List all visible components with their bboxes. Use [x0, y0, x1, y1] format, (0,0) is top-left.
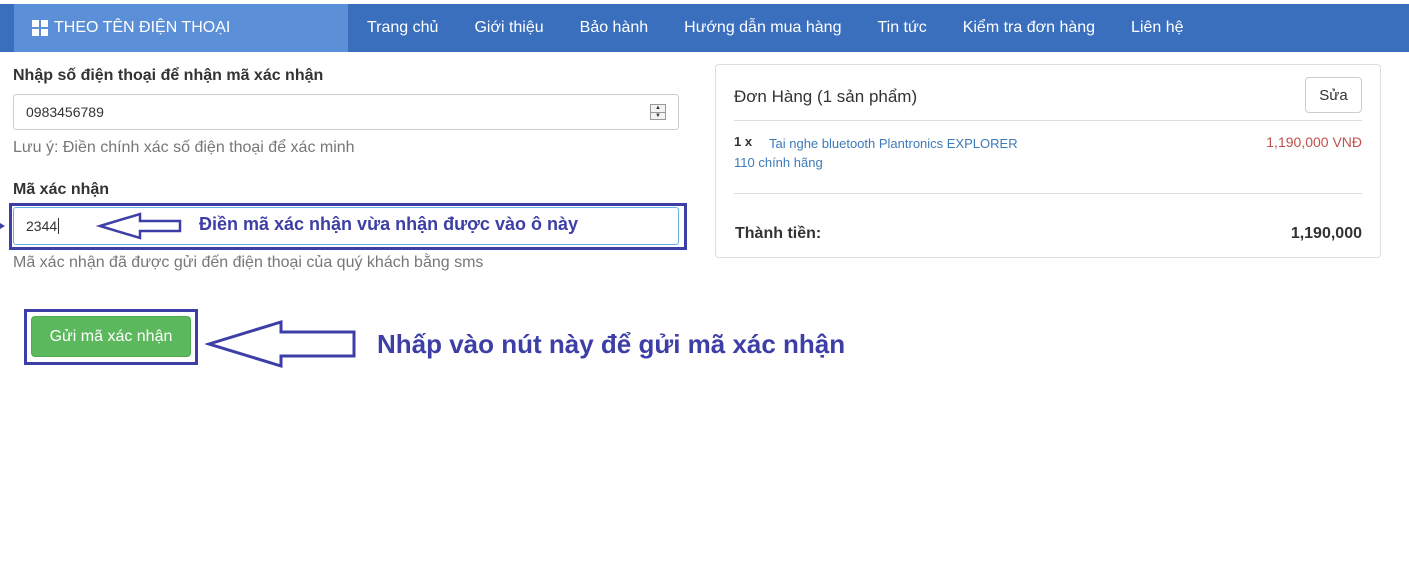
- total-value: 1,190,000: [1290, 225, 1362, 242]
- brand-label: THEO TÊN ĐIỆN THOẠI: [54, 19, 231, 36]
- phone-input-value: 0983456789: [26, 104, 104, 120]
- number-spinner[interactable]: ▲ ▼: [650, 104, 666, 120]
- spinner-down-icon[interactable]: ▼: [651, 111, 665, 120]
- item-price: 1,190,000 VNĐ: [1266, 134, 1362, 150]
- nav-item-warranty[interactable]: Bảo hành: [562, 4, 667, 52]
- nav-item-home[interactable]: Trang chủ: [349, 4, 456, 52]
- nav-item-about[interactable]: Giới thiệu: [456, 4, 561, 52]
- order-title: Đơn Hàng (1 sản phẩm): [734, 87, 918, 106]
- grid-icon: [32, 20, 48, 36]
- divider: [734, 120, 1362, 121]
- main-nav: Trang chủ Giới thiệu Bảo hành Hướng dẫn …: [349, 4, 1202, 52]
- arrow-left-icon: [0, 212, 182, 240]
- arrow-left-icon: [205, 319, 356, 369]
- phone-input[interactable]: 0983456789 ▲ ▼: [13, 94, 679, 130]
- nav-item-news[interactable]: Tin tức: [859, 4, 944, 52]
- button-annotation: Nhấp vào nút này để gửi mã xác nhận: [377, 329, 846, 359]
- edit-order-button[interactable]: Sửa: [1305, 77, 1362, 113]
- divider: [734, 193, 1362, 194]
- order-panel: Đơn Hàng (1 sản phẩm) Sửa 1 x Tai nghe b…: [715, 64, 1381, 258]
- product-link[interactable]: Tai nghe bluetooth Plantronics EXPLORER …: [734, 134, 1034, 172]
- phone-label: Nhập số điện thoại để nhận mã xác nhận: [13, 67, 324, 84]
- nav-item-contact[interactable]: Liên hệ: [1113, 4, 1202, 52]
- phone-note: Lưu ý: Điền chính xác số điện thoại để x…: [13, 139, 355, 156]
- send-code-button[interactable]: Gửi mã xác nhận: [31, 316, 191, 357]
- nav-item-buying-guide[interactable]: Hướng dẫn mua hàng: [666, 4, 859, 52]
- code-note: Mã xác nhận đã được gửi đến điện thoại c…: [13, 254, 484, 271]
- top-navbar: THEO TÊN ĐIỆN THOẠI Trang chủ Giới thiệu…: [0, 0, 1409, 52]
- code-annotation: Điền mã xác nhận vừa nhận được vào ô này: [199, 214, 578, 234]
- nav-item-order-check[interactable]: Kiểm tra đơn hàng: [945, 4, 1113, 52]
- brand-menu[interactable]: THEO TÊN ĐIỆN THOẠI: [14, 4, 348, 52]
- code-label: Mã xác nhận: [13, 181, 110, 198]
- total-label: Thành tiền:: [735, 225, 822, 242]
